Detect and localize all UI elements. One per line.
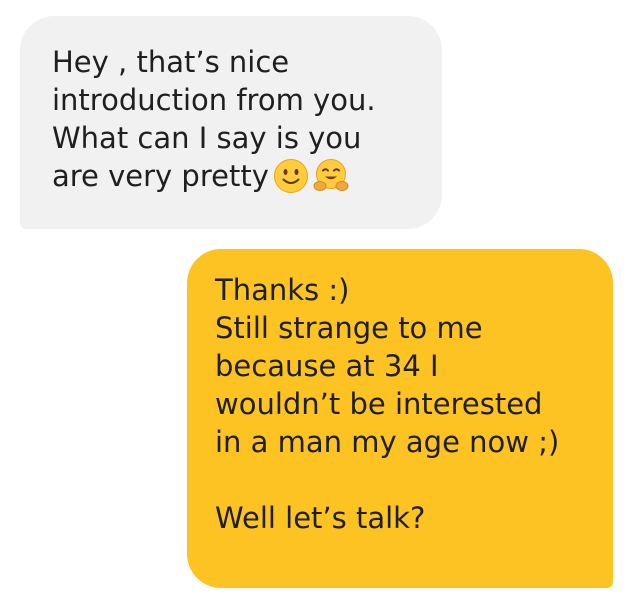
chat-thread: Hey , that’s nice introduction from you.…: [0, 0, 632, 600]
message-line-with-emoji: are very pretty: [52, 157, 422, 195]
slightly-smiling-face-icon: [273, 158, 309, 194]
message-line: in a man my age now ;): [215, 425, 560, 459]
incoming-message-bubble[interactable]: Hey , that’s nice introduction from you.…: [20, 16, 442, 229]
message-line: because at 34 I: [215, 349, 439, 383]
message-line: Still strange to me: [215, 311, 483, 345]
message-line: Hey , that’s nice: [52, 45, 290, 79]
hugging-face-icon: [313, 158, 349, 194]
message-line: wouldn’t be interested: [215, 387, 543, 421]
message-line: What can I say is you: [52, 121, 362, 155]
message-line: Thanks :): [215, 273, 350, 307]
message-line: Well let’s talk?: [215, 501, 426, 535]
outgoing-message-bubble[interactable]: Thanks :) Still strange to me because at…: [187, 249, 613, 588]
message-line: introduction from you.: [52, 83, 376, 117]
message-line: are very pretty: [52, 159, 269, 193]
